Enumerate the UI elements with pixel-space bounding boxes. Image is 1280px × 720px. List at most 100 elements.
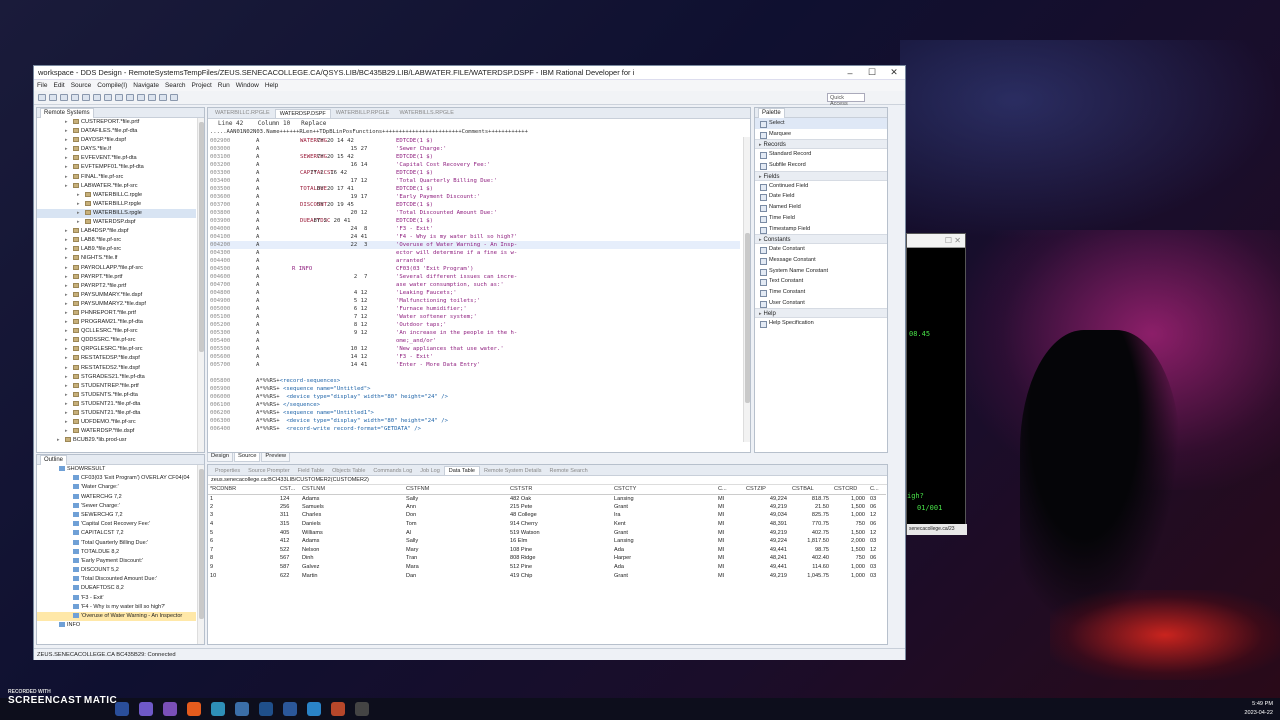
view-tab[interactable]: Source bbox=[234, 453, 261, 462]
quick-access-input[interactable]: Quick Access bbox=[827, 93, 865, 107]
outline-item[interactable]: CAPITALCST 7,2 bbox=[37, 529, 196, 538]
palette-item[interactable]: System Name Constant bbox=[755, 266, 887, 277]
tree-item[interactable]: ▸ RESTATEDSP.*file.dspf bbox=[37, 354, 196, 363]
source-editor[interactable]: WATERBILLC.RPGLE WATERDSP.DSPF WATERBILLP.… bbox=[207, 107, 751, 453]
expand-arrow-icon[interactable]: ▸ bbox=[65, 327, 68, 336]
bottom-tab[interactable]: Source Prompter bbox=[244, 467, 294, 475]
code-line[interactable]: 005500 A 10 12 'New appliances that use wa… bbox=[210, 345, 740, 353]
lock-icon[interactable] bbox=[170, 94, 178, 101]
expand-arrow-icon[interactable]: ▸ bbox=[65, 136, 68, 145]
tree-item[interactable]: ▸ WATERBILLP.rpgle bbox=[37, 200, 196, 209]
scrollbar-thumb[interactable] bbox=[199, 122, 204, 352]
tree-item[interactable]: ▸ STUDENTREP.*file.prtf bbox=[37, 382, 196, 391]
tree-item[interactable]: ▸ PHNREPORT.*file.prtf bbox=[37, 309, 196, 318]
palette-item[interactable]: Date Field bbox=[755, 191, 887, 202]
expand-arrow-icon[interactable]: ▸ bbox=[65, 173, 68, 182]
code-line[interactable]: 003500 A TOTALDUE 8Y 2O 17 41 EDTCDE(1 $) bbox=[210, 185, 740, 193]
vertical-scrollbar[interactable] bbox=[743, 137, 750, 442]
tree-item[interactable]: ▸ DAYDSP.*file.dspf bbox=[37, 136, 196, 145]
outline-item[interactable]: DUEAFTDSC 8,2 bbox=[37, 584, 196, 593]
code-line[interactable]: 006200 A*%%RS+ <sequence name="Untitled1"… bbox=[210, 409, 740, 417]
expand-arrow-icon[interactable]: ▸ bbox=[65, 245, 68, 254]
edge-icon[interactable] bbox=[211, 702, 225, 716]
expand-arrow-icon[interactable]: ▸ bbox=[65, 373, 68, 382]
column-header[interactable]: CSTBAL bbox=[790, 485, 832, 495]
table-row[interactable]: 3 311 Charles Don 48 College Ira MI 49,034 825.7… bbox=[208, 511, 886, 520]
code-line[interactable]: 003300 A CAPITALCST 7Y 2 16 42 EDTCDE(1 $) bbox=[210, 169, 740, 177]
code-line[interactable]: 003900 A DUEAFTDSC 8Y 2 20 41 EDTCDE(1 $) bbox=[210, 217, 740, 225]
bottom-tab[interactable]: Objects Table bbox=[328, 467, 369, 475]
code-line[interactable]: 004800 A 4 12 'Leaking Faucets;' bbox=[210, 289, 740, 297]
column-header[interactable]: CSTZIP bbox=[744, 485, 790, 495]
menu-item-3[interactable]: Compile(I) bbox=[97, 82, 127, 89]
run-icon[interactable] bbox=[71, 94, 79, 101]
code-line[interactable]: 003700 A DISCOUNT 5Y 2O 19 45 EDTCDE(1 $) bbox=[210, 201, 740, 209]
table-row[interactable]: 1 124 Adams Sally 482 Oak Lansing MI 49,224 818.… bbox=[208, 494, 886, 503]
code-line[interactable]: 003800 A 20 12 'Total Discounted Amount Du… bbox=[210, 209, 740, 217]
outline-item[interactable]: 'F3 - Exit' bbox=[37, 594, 196, 603]
expand-arrow-icon[interactable]: ▸ bbox=[65, 182, 68, 191]
expand-arrow-icon[interactable]: ▸ bbox=[65, 345, 68, 354]
tree-item[interactable]: ▸ LAB9.*file.pf-src bbox=[37, 245, 196, 254]
bottom-tab[interactable]: Remote Search bbox=[545, 467, 591, 475]
code-line[interactable]: 006000 A*%%RS+ <device type="display" wid… bbox=[210, 393, 740, 401]
filter-icon[interactable] bbox=[159, 94, 167, 101]
palette-item[interactable]: Timestamp Field bbox=[755, 224, 887, 235]
palette-item[interactable]: Message Constant bbox=[755, 255, 887, 266]
outline-item[interactable]: WATERCHG 7,2 bbox=[37, 493, 196, 502]
code-line[interactable]: 004500 A R INFO CF03(03 'Exit Program') bbox=[210, 265, 740, 273]
tree-item[interactable]: ▸ STGRADES21.*file.pf-dta bbox=[37, 373, 196, 382]
tree-item[interactable]: ▸ CUSTREPORT.*file.prtf bbox=[37, 118, 196, 127]
expand-arrow-icon[interactable]: ▸ bbox=[65, 227, 68, 236]
outline-item[interactable]: DISCOUNT 5,2 bbox=[37, 566, 196, 575]
maximize-icon[interactable]: ☐ ✕ bbox=[945, 236, 961, 245]
palette-section[interactable]: Records bbox=[755, 139, 887, 150]
bottom-tab[interactable]: Properties bbox=[211, 467, 244, 475]
zoom-icon[interactable] bbox=[307, 702, 321, 716]
tree-item[interactable]: ▸ WATERDSP.*file.dspf bbox=[37, 427, 196, 436]
outline-item[interactable]: CF03(03 'Exit Program') OVERLAY CF04(04 bbox=[37, 474, 196, 483]
column-header[interactable]: CSTFNM bbox=[404, 485, 508, 495]
column-header[interactable]: CSTSTR bbox=[508, 485, 612, 495]
expand-arrow-icon[interactable]: ▸ bbox=[65, 254, 68, 263]
expand-arrow-icon[interactable]: ▸ bbox=[65, 236, 68, 245]
vertical-scrollbar[interactable] bbox=[197, 118, 204, 452]
expand-arrow-icon[interactable]: ▸ bbox=[65, 127, 68, 136]
outline-item[interactable]: 'Water Charge:' bbox=[37, 483, 196, 492]
terminal-taskbar-icon[interactable] bbox=[259, 702, 273, 716]
editor-tab[interactable]: WATERDSP.DSPF bbox=[274, 109, 331, 118]
editor-tab[interactable]: WATERBILLS.RPGLE bbox=[394, 108, 458, 118]
expand-arrow-icon[interactable]: ▸ bbox=[77, 218, 80, 227]
expand-arrow-icon[interactable]: ▸ bbox=[65, 427, 68, 436]
bottom-tab[interactable]: Data Table bbox=[443, 466, 480, 475]
new-icon[interactable] bbox=[38, 94, 46, 101]
tree-item[interactable]: ▸ LAB8.*file.pf-src bbox=[37, 236, 196, 245]
remote-systems-tab[interactable]: Remote Systems bbox=[40, 107, 94, 118]
code-line[interactable]: 004900 A 5 12 'Malfunctioning toilets;' bbox=[210, 297, 740, 305]
table-row[interactable]: 8 567 Dinh Tran 808 Ridge Harper MI 48,241 402.4… bbox=[208, 554, 886, 563]
code-line[interactable]: 003400 A 17 12 'Total Quarterly Billing Du… bbox=[210, 177, 740, 185]
expand-arrow-icon[interactable]: ▸ bbox=[65, 418, 68, 427]
code-line[interactable]: 004100 A 24 41 'F4 - Why is my water bill … bbox=[210, 233, 740, 241]
outline-item[interactable]: 'Early Payment Discount:' bbox=[37, 557, 196, 566]
bottom-tab[interactable]: Remote System Details bbox=[480, 467, 545, 475]
tree-item[interactable]: ▸ RESTATEDS2.*file.dspf bbox=[37, 364, 196, 373]
tree-item[interactable]: ▸ PAYSUMMARY2.*file.dspf bbox=[37, 300, 196, 309]
outline-item[interactable]: 'Total Discounted Amount Due:' bbox=[37, 575, 196, 584]
expand-arrow-icon[interactable]: ▸ bbox=[65, 118, 68, 127]
palette-tool[interactable]: Select bbox=[755, 118, 887, 129]
tree-item[interactable]: ▸ QCLLESRC.*file.pf-src bbox=[37, 327, 196, 336]
ide-window[interactable]: workspace - DDS Design - RemoteSystemsTe… bbox=[33, 65, 906, 660]
menu-item-6[interactable]: Project bbox=[192, 82, 212, 89]
tree-item[interactable]: ▸ EVFTEMPF01.*file.pf-dta bbox=[37, 163, 196, 172]
expand-arrow-icon[interactable]: ▸ bbox=[65, 154, 68, 163]
tree-item[interactable]: ▸ WATERDSP.dspf bbox=[37, 218, 196, 227]
tree-item[interactable]: ▸ STUDENTS.*file.pf-dta bbox=[37, 391, 196, 400]
tree-item[interactable]: ▸ EVFEVENT.*file.pf-dta bbox=[37, 154, 196, 163]
tree-item[interactable]: ▸ PAYRPT.*file.prtf bbox=[37, 273, 196, 282]
maximize-icon[interactable]: ☐ bbox=[861, 67, 883, 78]
code-line[interactable]: 005300 A 9 12 'An increase in the people i… bbox=[210, 329, 740, 337]
column-header[interactable]: CSTCRD bbox=[832, 485, 868, 495]
expand-arrow-icon[interactable]: ▸ bbox=[65, 309, 68, 318]
menu-item-7[interactable]: Run bbox=[218, 82, 230, 89]
